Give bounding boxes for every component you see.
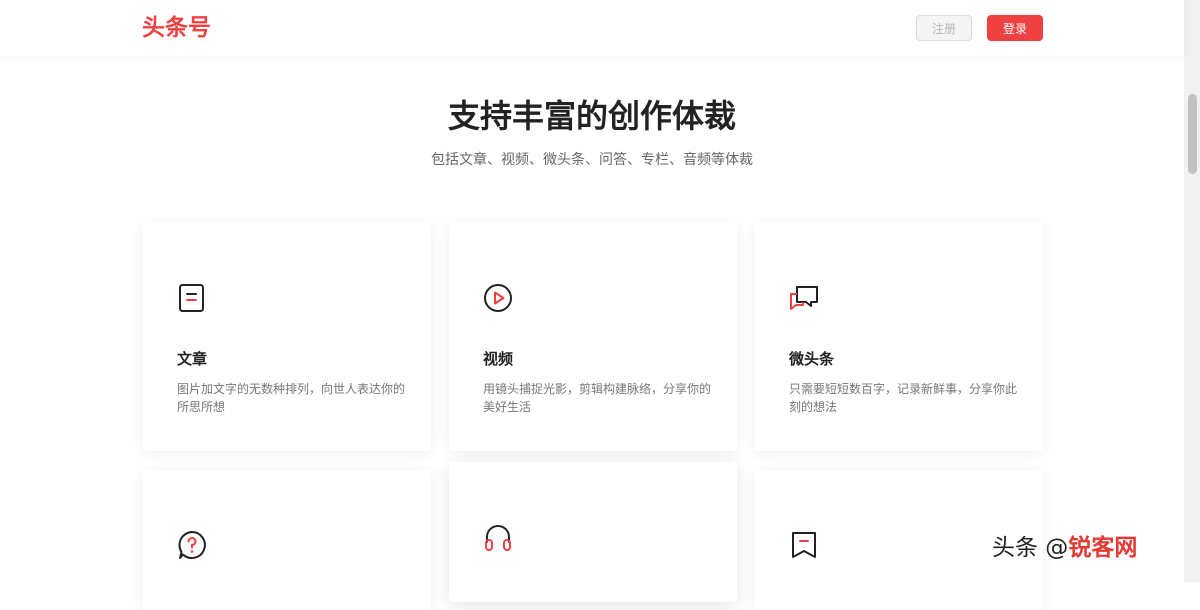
question-bubble-icon: [177, 530, 207, 560]
login-button[interactable]: 登录: [987, 15, 1043, 41]
watermark-brand: 锐客网: [1068, 535, 1138, 561]
bookmark-icon: [789, 530, 819, 560]
card-description: 只需要短短数百字，记录新鲜事，分享你此刻的想法: [789, 382, 1018, 414]
headphones-icon: [483, 522, 513, 552]
card-title: 文章: [177, 350, 208, 368]
card-audio[interactable]: [449, 462, 737, 602]
register-button[interactable]: 注册: [916, 15, 972, 41]
page-title: 支持丰富的创作体裁: [447, 97, 736, 135]
watermark-prefix: 头条 @: [992, 535, 1069, 561]
scrollbar-thumb[interactable]: [1188, 94, 1197, 174]
card-description: 用镜头捕捉光影，剪辑构建脉络，分享你的美好生活: [483, 382, 712, 414]
card-article[interactable]: 文章 图片加文字的无数种排列，向世人表达你的所思所想: [143, 223, 431, 451]
video-play-icon: [483, 283, 513, 313]
card-video[interactable]: 视频 用镜头捕捉光影，剪辑构建脉络，分享你的美好生活: [449, 223, 737, 451]
top-header: 头条号 注册 登录: [0, 0, 1184, 56]
card-title: 视频: [483, 350, 514, 368]
chat-bubbles-icon: [789, 283, 819, 313]
article-icon: [177, 283, 207, 313]
card-qa[interactable]: [143, 470, 431, 610]
toutiaohao-logo[interactable]: 头条号: [142, 12, 211, 44]
page-subtitle: 包括文章、视频、微头条、问答、专栏、音频等体裁: [431, 152, 753, 168]
source-watermark: 头条 @锐客网: [992, 530, 1137, 566]
card-title: 微头条: [789, 350, 835, 368]
page-scrollbar[interactable]: [1184, 0, 1200, 582]
card-micro-headline[interactable]: 微头条 只需要短短数百字，记录新鲜事，分享你此刻的想法: [755, 223, 1043, 451]
card-description: 图片加文字的无数种排列，向世人表达你的所思所想: [177, 382, 406, 414]
